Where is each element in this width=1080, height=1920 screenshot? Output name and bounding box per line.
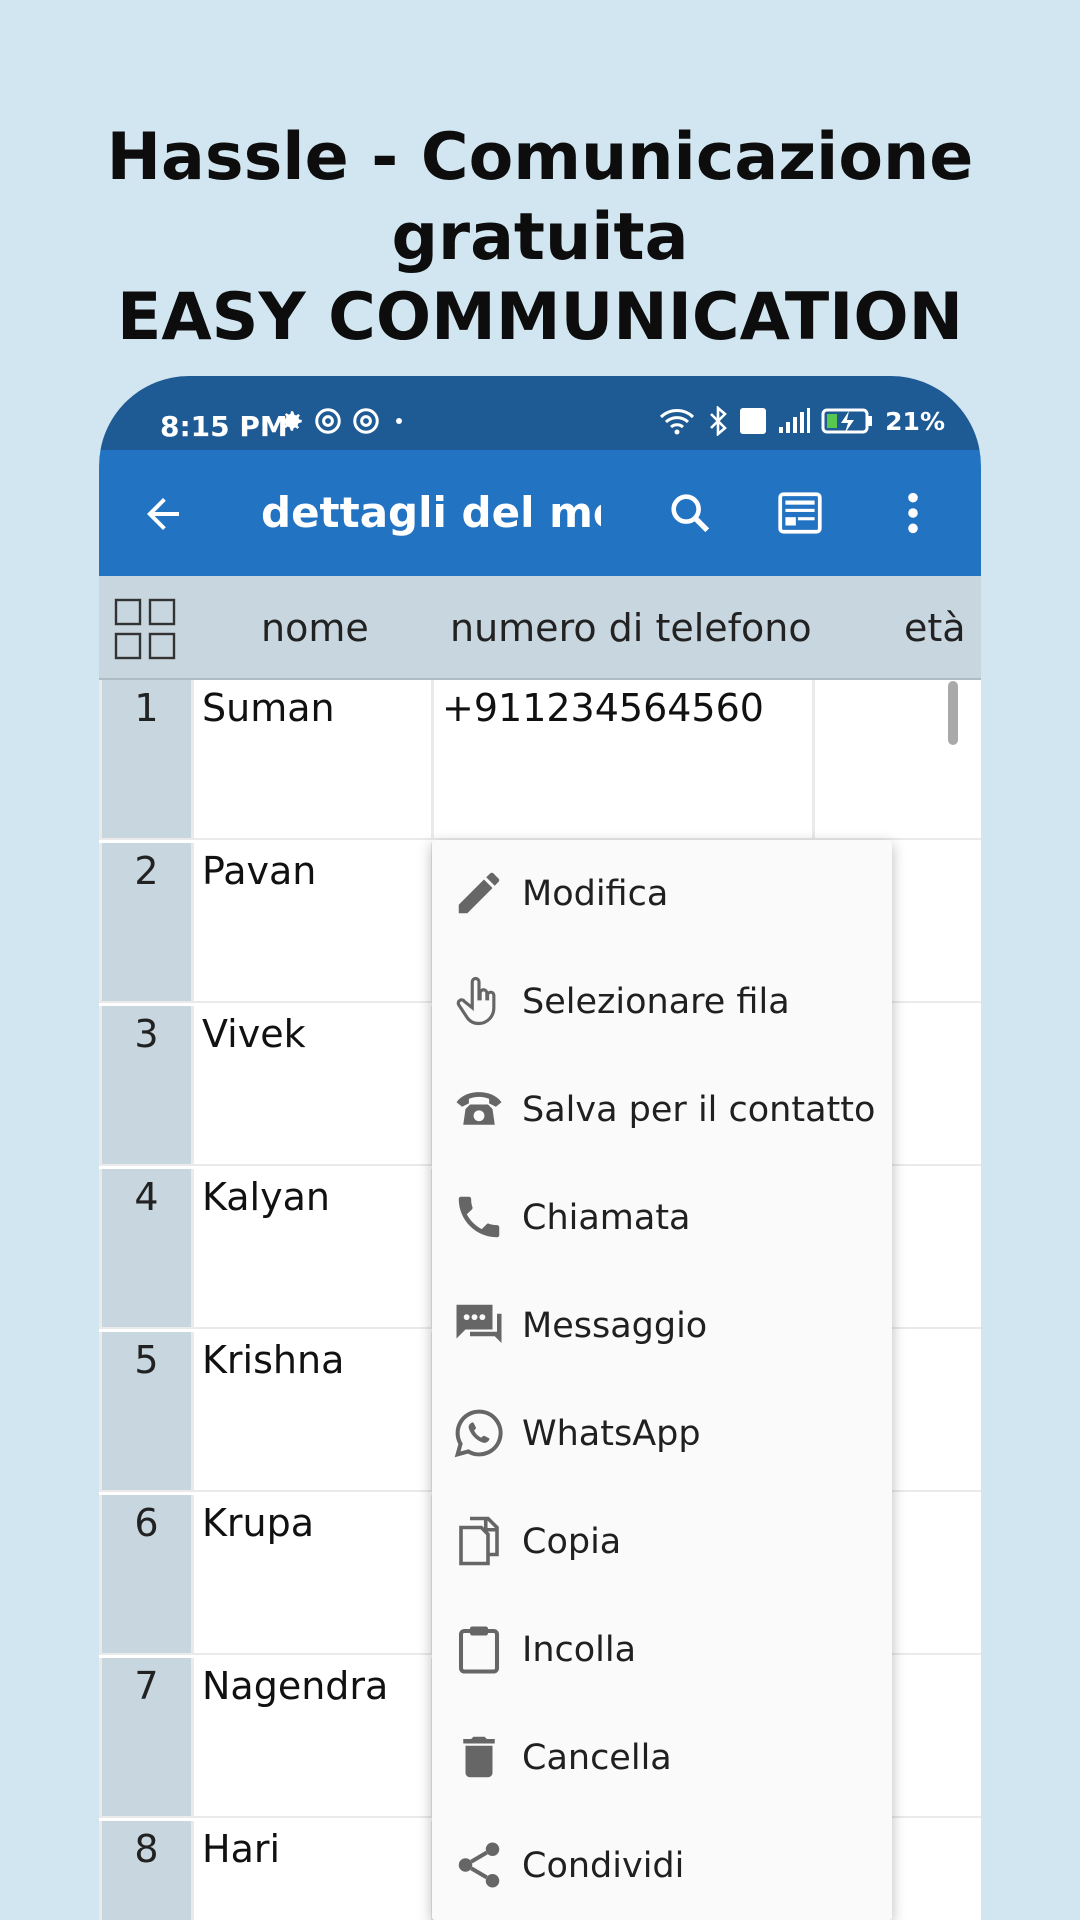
hand-pointer-icon xyxy=(456,976,496,1026)
menu-label-whatsapp: WhatsApp xyxy=(522,1414,701,1454)
pencil-icon xyxy=(458,872,500,914)
status-time: 8:15 PM xyxy=(160,410,288,443)
column-header-telefono[interactable]: numero di telefono xyxy=(450,606,812,650)
cell-nome[interactable]: Nagendra xyxy=(194,1658,431,1816)
cell-nome[interactable]: Vivek xyxy=(194,1006,431,1164)
row-number: 8 xyxy=(102,1821,191,1920)
cell-nome[interactable]: Krupa xyxy=(194,1495,431,1653)
menu-item-modifica[interactable]: Modifica xyxy=(432,840,892,948)
message-icon xyxy=(456,1304,502,1343)
bluetooth-icon xyxy=(710,406,728,436)
share-icon xyxy=(458,1842,500,1888)
menu-item-cancella[interactable]: Cancella xyxy=(432,1704,892,1812)
copy-icon xyxy=(459,1516,499,1566)
menu-item-copia[interactable]: Copia xyxy=(432,1488,892,1596)
column-header-nome[interactable]: nome xyxy=(261,606,369,650)
menu-item-salva-contatto[interactable]: Salva per il contatto xyxy=(432,1056,892,1164)
whatsapp-icon xyxy=(454,1409,503,1458)
promo-headline: Hassle - Comunicazione gratuita EASY COM… xyxy=(0,118,1080,358)
menu-label-modifica: Modifica xyxy=(522,874,669,914)
cell-nome[interactable]: Kalyan xyxy=(194,1169,431,1327)
row-number: 2 xyxy=(102,843,191,1001)
menu-label-incolla: Incolla xyxy=(522,1630,637,1670)
row-number: 5 xyxy=(102,1332,191,1490)
row-number: 3 xyxy=(102,1006,191,1164)
menu-item-whatsapp[interactable]: WhatsApp xyxy=(432,1380,892,1488)
sync-icon-2 xyxy=(353,408,379,434)
wifi-icon xyxy=(660,409,695,435)
menu-item-selezionare-fila[interactable]: Selezionare fila xyxy=(432,948,892,1056)
cell-nome[interactable]: Hari xyxy=(194,1821,431,1920)
row-number: 1 xyxy=(102,680,191,838)
cell-nome[interactable]: Suman xyxy=(194,680,431,838)
trash-icon xyxy=(463,1736,495,1778)
menu-item-messaggio[interactable]: Messaggio xyxy=(432,1272,892,1380)
menu-item-condividi[interactable]: Condividi xyxy=(432,1812,892,1920)
cell-telefono[interactable]: +911234564560 xyxy=(434,680,812,838)
headline-line-2: gratuita xyxy=(391,200,689,275)
cell-nome[interactable]: Krishna xyxy=(194,1332,431,1490)
menu-label-selezionare-fila: Selezionare fila xyxy=(522,982,790,1022)
signal-icon xyxy=(779,408,811,433)
more-vert-icon[interactable] xyxy=(893,490,933,536)
sync-icon xyxy=(315,408,341,434)
cell-nome[interactable]: Pavan xyxy=(194,843,431,1001)
row-number: 4 xyxy=(102,1169,191,1327)
menu-label-copia: Copia xyxy=(522,1522,622,1562)
row-number: 7 xyxy=(102,1658,191,1816)
headline-line-3: EASY COMMUNICATION xyxy=(116,280,964,355)
paste-icon xyxy=(458,1626,500,1674)
back-arrow-icon[interactable] xyxy=(139,490,187,538)
row-number: 6 xyxy=(102,1495,191,1653)
app-toolbar: dettagli del me… xyxy=(99,450,981,576)
toolbar-title: dettagli del me… xyxy=(261,488,601,537)
volte-icon xyxy=(740,408,767,434)
menu-label-condividi: Condividi xyxy=(522,1846,685,1886)
card-view-icon[interactable] xyxy=(775,488,825,538)
scrollbar-thumb[interactable] xyxy=(948,681,958,745)
phone-call-icon xyxy=(458,1196,500,1238)
headline-line-1: Hassle - Comunicazione xyxy=(106,120,974,195)
column-header-eta[interactable]: età xyxy=(904,606,966,650)
menu-label-chiamata: Chiamata xyxy=(522,1198,691,1238)
menu-item-chiamata[interactable]: Chiamata xyxy=(432,1164,892,1272)
telephone-icon xyxy=(456,1092,502,1125)
battery-charging-icon xyxy=(821,408,873,434)
battery-percent: 21% xyxy=(885,406,945,436)
status-bar: 8:15 PM 21% xyxy=(99,376,981,450)
settings-icon xyxy=(282,411,302,431)
menu-label-messaggio: Messaggio xyxy=(522,1306,708,1346)
menu-label-cancella: Cancella xyxy=(522,1738,672,1778)
menu-item-incolla[interactable]: Incolla xyxy=(432,1596,892,1704)
grid-view-icon[interactable] xyxy=(114,598,176,660)
menu-label-salva-contatto: Salva per il contatto xyxy=(522,1090,876,1130)
context-menu: Modifica Selezionare fila Salva per il c… xyxy=(432,840,892,1920)
dot-icon xyxy=(396,418,402,424)
table-row[interactable]: 1 Suman +911234564560 xyxy=(99,680,981,840)
search-icon[interactable] xyxy=(667,490,713,536)
column-header-row: nome numero di telefono età xyxy=(99,576,981,680)
